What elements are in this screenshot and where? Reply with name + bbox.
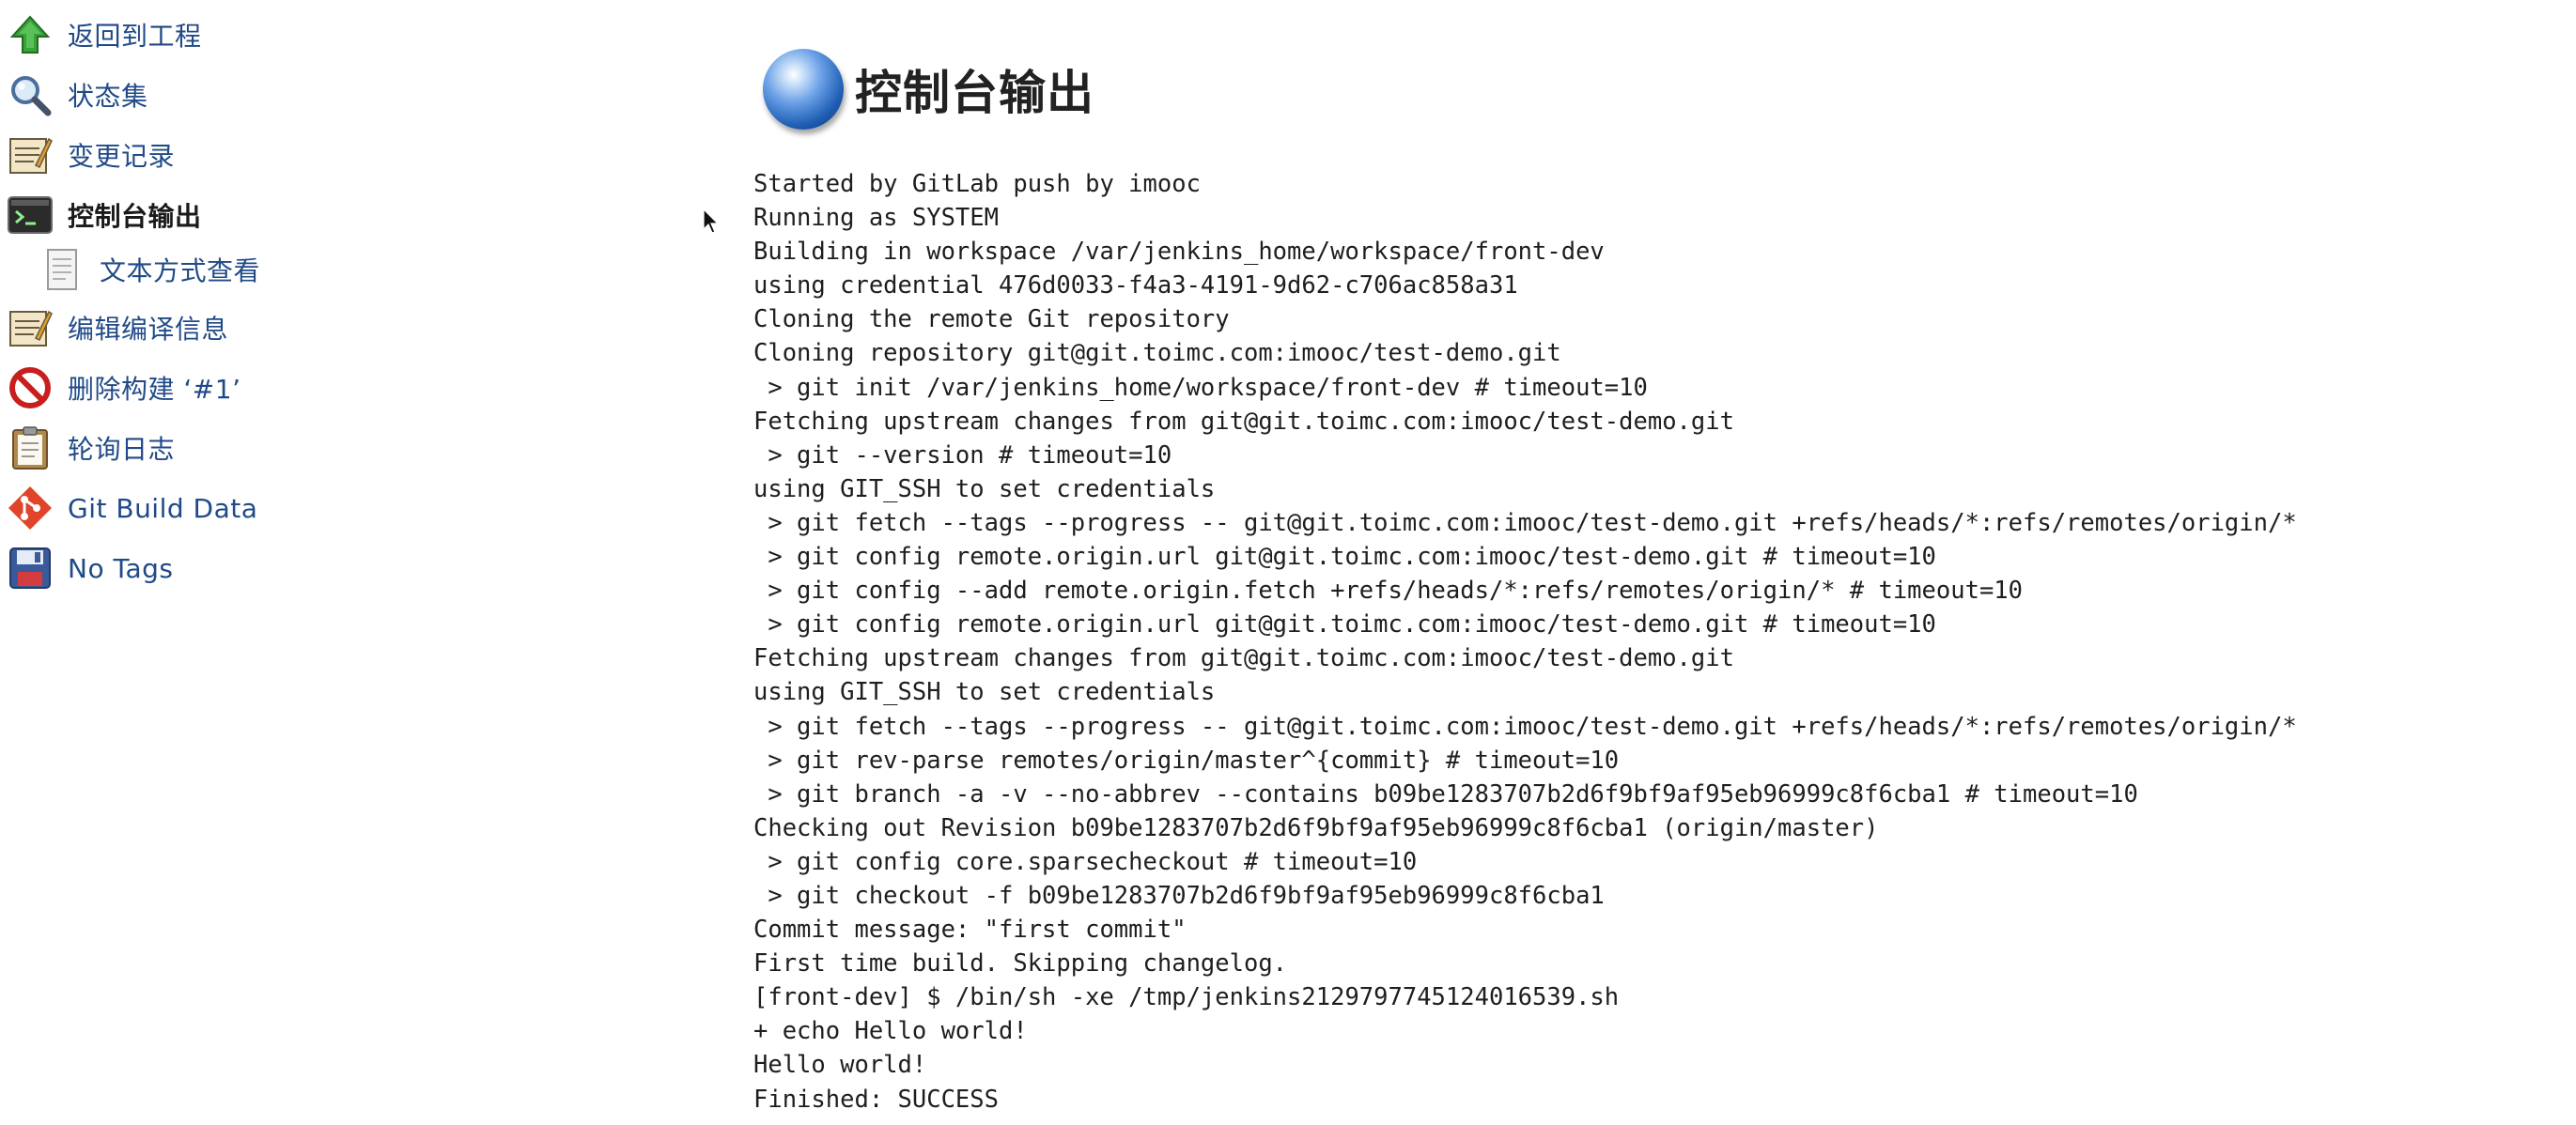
console-line: > git rev-parse remotes/origin/master^{c… [753,746,1620,775]
console-line: Hello world! [753,1051,927,1080]
sidebar-item-label: No Tags [68,552,174,584]
sidebar: 返回到工程 状态集 变更记录 控制台输出 文本方式查看 编辑编译信息 删除构建 … [0,0,676,1125]
sidebar-item-git-build-data[interactable]: Git Build Data [6,483,257,533]
console-line: using GIT_SSH to set credentials [753,678,1216,707]
sidebar-item-console-output[interactable]: 控制台输出 [6,190,202,240]
console-line: > git config core.sparsecheckout # timeo… [753,847,1418,876]
jenkins-console-page: 返回到工程 状态集 变更记录 控制台输出 文本方式查看 编辑编译信息 删除构建 … [0,0,2576,1125]
save-icon [6,544,54,593]
notepad-icon [6,131,54,179]
sidebar-item-delete-build[interactable]: 删除构建 ‘#1’ [6,362,241,413]
console-line: using GIT_SSH to set credentials [753,474,1216,503]
console-line: Commit message: "first commit" [753,916,1187,945]
console-line: > git branch -a -v --no-abbrev --contain… [753,779,2138,809]
mouse-cursor-icon [703,208,720,234]
console-line: [front-dev] $ /bin/sh -xe /tmp/jenkins21… [753,983,1620,1012]
blue-orb-icon [763,49,844,130]
sidebar-item-label: Git Build Data [68,492,258,524]
arrow-up-icon [6,10,54,59]
page-title: 控制台输出 [855,66,1094,120]
console-line: > git init /var/jenkins_home/workspace/f… [753,373,1648,402]
console-line: Fetching upstream changes from git@git.t… [753,644,1734,673]
console-line: Building in workspace /var/jenkins_home/… [753,238,1605,267]
terminal-icon [6,191,54,239]
sidebar-item-label: 控制台输出 [68,201,202,232]
sidebar-item-edit-build-info[interactable]: 编辑编译信息 [6,302,228,353]
console-line: Fetching upstream changes from git@git.t… [753,407,1734,436]
sidebar-item-label: 变更记录 [68,141,176,172]
console-line: Checking out Revision b09be1283707b2d6f9… [753,813,1879,842]
console-line: Started by GitLab push by imooc [753,170,1201,198]
sidebar-item-changes[interactable]: 变更记录 [6,130,175,180]
console-line: > git fetch --tags --progress -- git@git… [753,508,2297,537]
search-icon [6,70,54,119]
sidebar-item-label: 删除构建 ‘#1’ [68,374,241,405]
sidebar-item-label: 返回到工程 [68,21,202,52]
console-line: + echo Hello world! [753,1017,1028,1046]
console-line: Finished: SUCCESS [753,1085,999,1114]
console-line: First time build. Skipping changelog. [753,949,1288,979]
console-line: > git --version # timeout=10 [753,440,1172,470]
console-line: using credential 476d0033-f4a3-4191-9d62… [753,271,1518,301]
console-line: > git checkout -f b09be1283707b2d6f9bf9a… [753,881,1605,910]
page-header: 控制台输出 [763,47,1094,131]
sidebar-item-label: 状态集 [68,81,148,112]
sidebar-item-status[interactable]: 状态集 [6,69,148,120]
document-icon [38,245,86,294]
no-entry-icon [6,363,54,412]
console-line: > git config --add remote.origin.fetch +… [753,577,2024,606]
sidebar-item-no-tags[interactable]: No Tags [6,543,173,593]
console-line: > git config remote.origin.url git@git.t… [753,543,1936,572]
console-line: > git config remote.origin.url git@git.t… [753,610,1936,640]
console-output: Started by GitLab push by imooc Running a… [753,167,2557,1117]
console-line: Running as SYSTEM [753,204,999,233]
notepad-icon [6,303,54,352]
git-icon [6,484,54,532]
sidebar-item-view-as-text[interactable]: 文本方式查看 [38,244,260,295]
clipboard-icon [6,424,54,472]
sidebar-item-label: 文本方式查看 [100,255,261,286]
sidebar-item-back-to-project[interactable]: 返回到工程 [6,9,202,60]
sidebar-item-polling-log[interactable]: 轮询日志 [6,423,175,473]
sidebar-item-label: 轮询日志 [68,434,176,465]
console-line: > git fetch --tags --progress -- git@git… [753,712,2297,741]
sidebar-item-label: 编辑编译信息 [68,314,229,345]
console-line: Cloning repository git@git.toimc.com:imo… [753,339,1561,368]
console-line: Cloning the remote Git repository [753,305,1230,334]
